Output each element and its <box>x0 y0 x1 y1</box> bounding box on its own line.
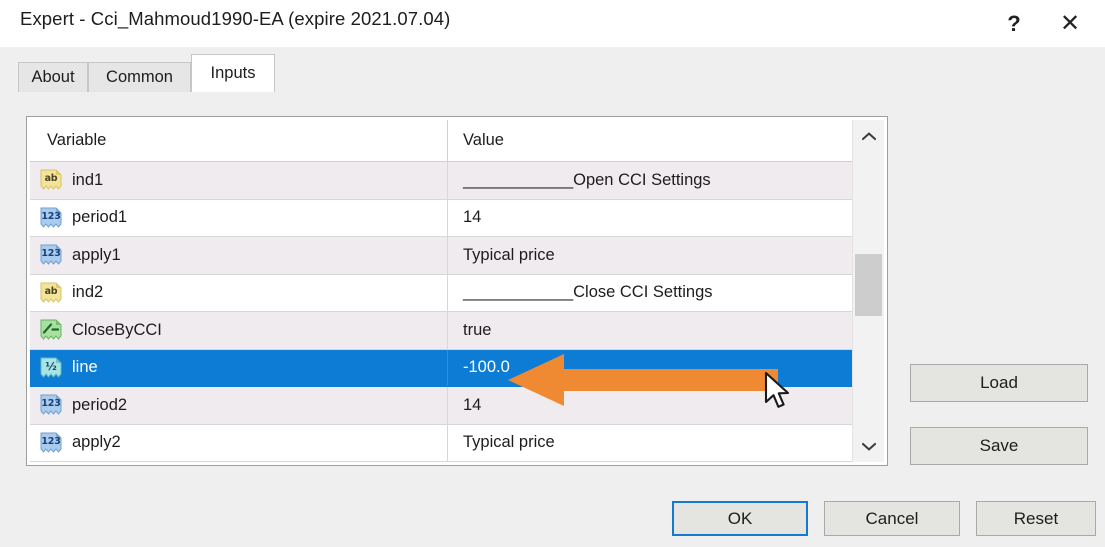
value-cell[interactable]: ____________Open CCI Settings <box>448 162 864 199</box>
table-body: ab ind1 ____________Open CCI Settings 123 pe… <box>30 162 864 462</box>
scroll-up-button[interactable] <box>853 120 884 152</box>
tab-common-label: Common <box>106 68 173 86</box>
table-header-row: Variable Value <box>30 120 864 162</box>
window-title: Expert - Cci_Mahmoud1990-EA (expire 2021… <box>20 8 451 29</box>
ok-button-label: OK <box>727 508 753 528</box>
table-row[interactable]: CloseByCCI true <box>30 312 864 350</box>
variable-name-label: CloseByCCI <box>72 320 162 339</box>
table-row[interactable]: ½ line -100.0 <box>30 349 864 387</box>
column-header-variable-label: Variable <box>47 131 107 149</box>
value-cell[interactable]: Typical price <box>448 425 864 462</box>
type-icon-glyph: 123 <box>41 248 61 259</box>
type-icon-glyph: ½ <box>45 359 57 373</box>
variable-cell[interactable]: 123 apply1 <box>30 237 448 274</box>
column-header-variable[interactable]: Variable <box>30 120 448 161</box>
integer-type-icon: 123 <box>40 432 62 454</box>
integer-type-icon: 123 <box>40 244 62 266</box>
type-icon-glyph: 123 <box>41 398 61 409</box>
variable-name-label: apply1 <box>72 245 121 264</box>
scrollbar-thumb[interactable] <box>855 254 882 316</box>
tab-inputs[interactable]: Inputs <box>191 54 275 92</box>
variable-cell[interactable]: 123 period2 <box>30 387 448 424</box>
variable-name-label: ind1 <box>72 170 104 189</box>
cancel-button[interactable]: Cancel <box>824 501 960 536</box>
title-bar: Expert - Cci_Mahmoud1990-EA (expire 2021… <box>0 0 1105 47</box>
load-button[interactable]: Load <box>910 364 1088 402</box>
variable-cell[interactable]: 123 apply2 <box>30 424 448 461</box>
value-cell[interactable]: -100.0 <box>448 350 864 387</box>
value-cell[interactable]: Typical price <box>448 237 864 274</box>
vertical-scrollbar[interactable] <box>852 120 884 462</box>
column-header-value[interactable]: Value <box>448 120 864 161</box>
value-cell[interactable]: 14 <box>448 387 864 424</box>
tab-common[interactable]: Common <box>88 62 191 92</box>
table-row[interactable]: ab ind2 ____________Close CCI Settings <box>30 274 864 312</box>
integer-type-icon: 123 <box>40 207 62 229</box>
reset-button[interactable]: Reset <box>976 501 1096 536</box>
double-type-icon: ½ <box>40 357 62 379</box>
value-cell[interactable]: ____________Close CCI Settings <box>448 275 864 312</box>
close-icon: ✕ <box>1059 9 1081 37</box>
table-row[interactable]: 123 apply1 Typical price <box>30 237 864 275</box>
tab-inputs-label: Inputs <box>210 64 256 82</box>
tab-about-label: About <box>31 68 75 86</box>
table-row[interactable]: 123 period2 14 <box>30 387 864 425</box>
table-row[interactable]: ab ind1 ____________Open CCI Settings <box>30 162 864 200</box>
type-icon-glyph: 123 <box>41 435 61 447</box>
variable-name-label: apply2 <box>72 433 121 452</box>
tab-baseline <box>0 90 1105 92</box>
inputs-table-panel: Variable Value ab ind1 ____________Open CC… <box>26 116 888 466</box>
tab-about[interactable]: About <box>18 62 88 92</box>
string-type-icon: ab <box>40 282 62 304</box>
table-row[interactable]: 123 period1 14 <box>30 199 864 237</box>
type-icon-glyph: 123 <box>41 210 61 222</box>
integer-type-icon: 123 <box>40 394 62 416</box>
variable-cell[interactable]: ab ind1 <box>30 162 448 199</box>
value-cell[interactable]: true <box>448 312 864 349</box>
tab-strip: About Common Inputs <box>0 47 1105 92</box>
question-mark-icon: ? <box>1007 10 1021 36</box>
value-cell[interactable]: 14 <box>448 200 864 237</box>
column-header-value-label: Value <box>463 131 504 149</box>
type-icon-glyph: ab <box>44 285 58 297</box>
scroll-down-button[interactable] <box>853 430 884 462</box>
variable-cell[interactable]: ab ind2 <box>30 274 448 311</box>
save-button-label: Save <box>979 436 1019 455</box>
close-button[interactable]: ✕ <box>1047 0 1093 47</box>
cancel-button-label: Cancel <box>865 508 919 528</box>
save-button[interactable]: Save <box>910 427 1088 465</box>
chevron-down-icon <box>861 442 876 451</box>
bool-type-icon <box>40 319 62 341</box>
variable-name-label: period2 <box>72 395 128 414</box>
variable-cell[interactable]: CloseByCCI <box>30 312 448 349</box>
variable-name-label: line <box>72 358 98 377</box>
variable-name-label: period1 <box>72 208 128 227</box>
inputs-table: Variable Value ab ind1 ____________Open CC… <box>30 120 864 462</box>
help-button[interactable]: ? <box>991 0 1037 47</box>
variable-cell[interactable]: 123 period1 <box>30 199 448 236</box>
variable-cell[interactable]: ½ line <box>30 349 448 386</box>
load-button-label: Load <box>980 373 1018 392</box>
chevron-up-icon <box>861 131 876 140</box>
variable-name-label: ind2 <box>72 283 104 302</box>
reset-button-label: Reset <box>1013 508 1059 528</box>
table-row[interactable]: 123 apply2 Typical price <box>30 424 864 462</box>
string-type-icon: ab <box>40 169 62 191</box>
ok-button[interactable]: OK <box>672 501 808 536</box>
type-icon-glyph: ab <box>44 173 58 184</box>
